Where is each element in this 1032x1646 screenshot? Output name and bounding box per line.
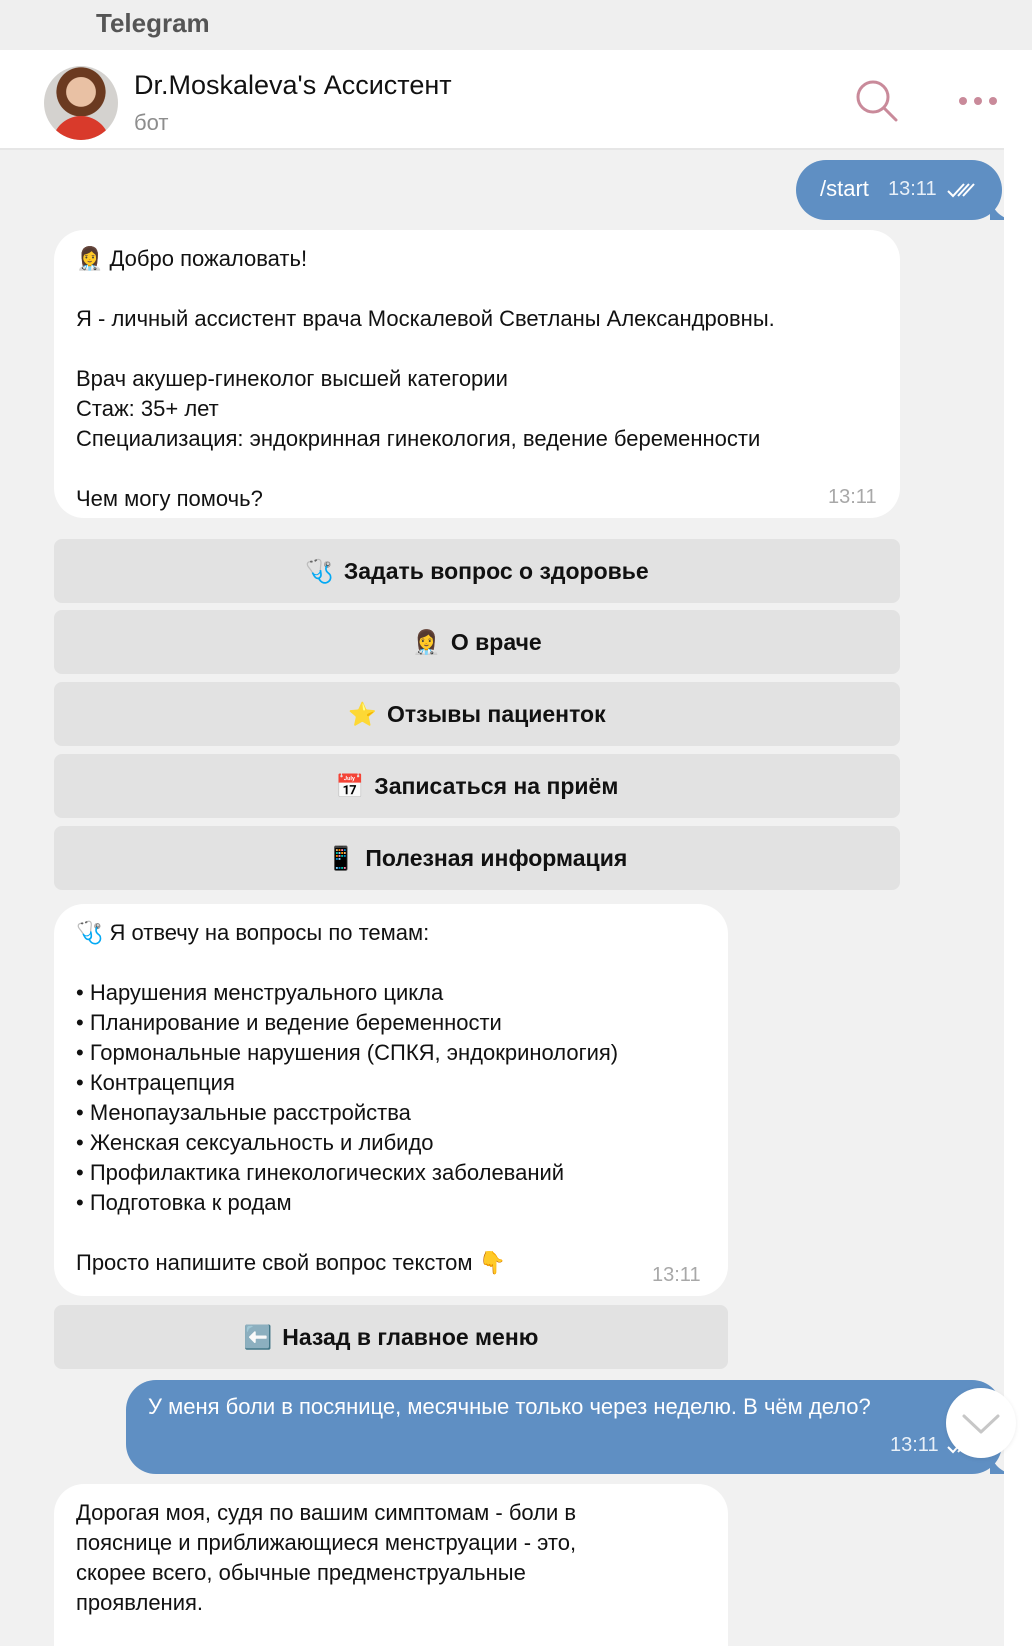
topic-item: • Контрацепция <box>76 1070 235 1095</box>
incoming-message[interactable]: 🩺 Я отвечу на вопросы по темам: • Наруше… <box>54 904 728 1296</box>
message-line: Стаж: 35+ лет <box>76 396 219 421</box>
message-line: 🩺 Я отвечу на вопросы по темам: <box>76 920 430 945</box>
chat-subtitle: бот <box>134 110 169 135</box>
back-arrow-icon: ⬅️ <box>243 1324 273 1351</box>
useful-info-button[interactable]: 📱 Полезная информация <box>54 826 900 890</box>
message-time: 13:11 <box>888 178 937 200</box>
app-title: Telegram <box>96 8 210 38</box>
topic-item: • Профилактика гинекологических заболева… <box>76 1160 565 1185</box>
topic-item: • Планирование и ведение беременности <box>76 1010 502 1035</box>
message-text: У меня боли в посянице, месячные только … <box>148 1394 871 1419</box>
ask-health-question-button[interactable]: 🩺 Задать вопрос о здоровье <box>54 539 900 603</box>
message-list: /start 13:11 👩‍⚕️ Добро пожаловать! Я - … <box>0 152 1004 1646</box>
topic-item: • Гормональные нарушения (СПКЯ, эндокрин… <box>76 1040 619 1065</box>
avatar[interactable] <box>44 66 118 140</box>
button-label: Полезная информация <box>365 844 628 871</box>
button-label: О враче <box>450 628 542 655</box>
message-line: Врач акушер-гинеколог высшей категории <box>76 366 508 391</box>
read-checkmarks-icon <box>947 183 975 198</box>
doctor-icon: 👩‍⚕️ <box>412 629 441 656</box>
incoming-message[interactable]: 👩‍⚕️ Добро пожаловать! Я - личный ассист… <box>54 230 900 518</box>
outgoing-message[interactable]: У меня боли в посянице, месячные только … <box>126 1380 1002 1474</box>
message-line: проявления. <box>76 1590 204 1615</box>
incoming-message[interactable]: Дорогая моя, судя по вашим симптомам - б… <box>54 1484 728 1646</box>
message-line: Я - личный ассистент врача Москалевой Св… <box>76 306 775 331</box>
message-line: пояснице и приближающиеся менструации - … <box>76 1530 577 1555</box>
button-label: Записаться на приём <box>374 772 619 799</box>
topic-item: • Менопаузальные расстройства <box>76 1100 411 1125</box>
phone-icon: 📱 <box>326 845 356 872</box>
message-line: Дорогая моя, судя по вашим симптомам - б… <box>76 1500 577 1525</box>
chat-title[interactable]: Dr.Moskaleva's Ассистент <box>134 70 452 101</box>
about-doctor-button[interactable]: 👩‍⚕️ О враче <box>54 610 900 674</box>
topic-item: • Нарушения менструального цикла <box>76 980 444 1005</box>
message-line: 👩‍⚕️ Добро пожаловать! <box>76 246 308 271</box>
topic-item: • Женская сексуальность и либидо <box>76 1130 434 1155</box>
message-time: 13:11 <box>828 486 877 508</box>
calendar-icon: 📅 <box>335 773 365 800</box>
back-to-main-menu-button[interactable]: ⬅️ Назад в главное меню <box>54 1305 728 1369</box>
star-icon: ⭐ <box>348 701 378 728</box>
topic-item: • Подготовка к родам <box>76 1190 292 1215</box>
book-appointment-button[interactable]: 📅 Записаться на приём <box>54 754 900 818</box>
message-text: /start <box>820 176 869 201</box>
chat-header: Dr.Moskaleva's Ассистент бот <box>0 50 1004 150</box>
stethoscope-icon: 🩺 <box>305 558 334 585</box>
message-time: 13:11 <box>652 1264 701 1286</box>
outgoing-message[interactable]: /start 13:11 <box>796 160 1002 220</box>
window-titlebar: Telegram <box>0 0 1032 50</box>
message-line: Чем могу помочь? <box>76 486 263 511</box>
search-icon[interactable] <box>852 76 902 126</box>
button-label: Отзывы пациенток <box>387 700 606 727</box>
scroll-to-bottom-button[interactable] <box>946 1388 1016 1458</box>
bubble-tail <box>990 198 1004 220</box>
chevron-down-icon <box>962 1414 1000 1434</box>
message-line: скорее всего, обычные предменструальные <box>76 1560 526 1585</box>
message-time: 13:11 <box>890 1434 939 1456</box>
button-label: Задать вопрос о здоровье <box>343 557 649 584</box>
button-label: Назад в главное меню <box>282 1323 539 1350</box>
more-options-icon[interactable] <box>956 92 1000 110</box>
message-line: Специализация: эндокринная гинекология, … <box>76 426 761 451</box>
message-line: Просто напишите свой вопрос текстом 👇 <box>76 1250 507 1275</box>
patient-reviews-button[interactable]: ⭐ Отзывы пациенток <box>54 682 900 746</box>
